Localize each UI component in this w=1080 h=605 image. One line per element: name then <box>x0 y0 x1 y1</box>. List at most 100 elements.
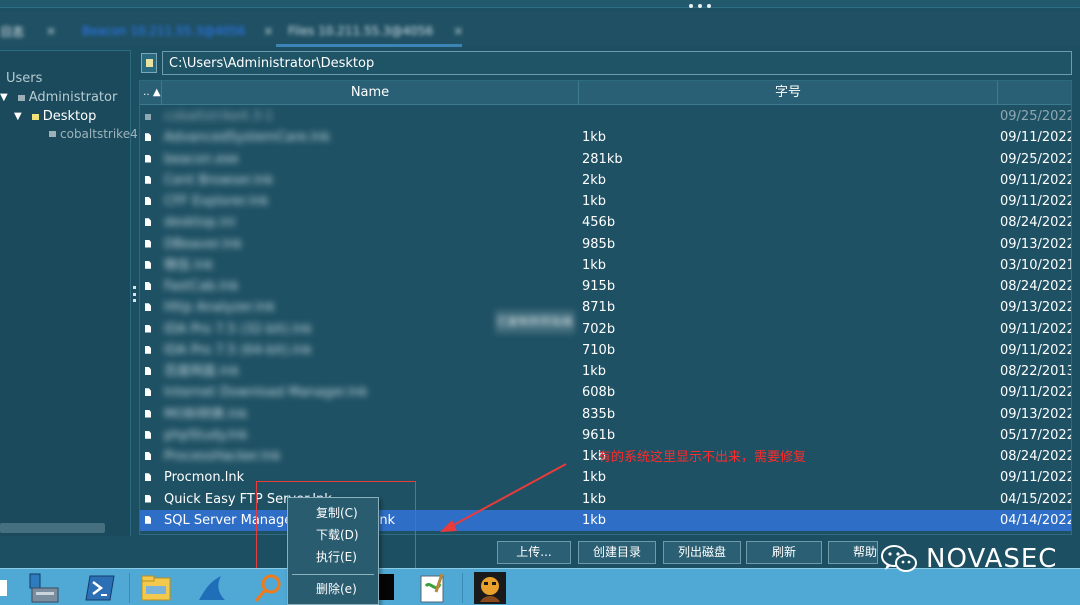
splitter-handle[interactable] <box>133 286 137 302</box>
file-icon <box>145 154 151 163</box>
close-icon[interactable]: × <box>453 24 463 38</box>
table-row[interactable]: DBeaver.lnk 985b 09/13/2022 <box>140 234 1072 255</box>
more-options-icon[interactable] <box>689 4 711 12</box>
close-icon[interactable]: × <box>46 24 56 38</box>
file-date: 09/11/2022 <box>1000 194 1072 209</box>
file-name: Internet Download Manager.lnk <box>164 385 368 401</box>
file-date: 09/13/2022 <box>1000 236 1072 252</box>
folder-up-icon[interactable] <box>141 53 157 73</box>
tree-horizontal-scrollbar[interactable] <box>0 523 105 533</box>
table-row[interactable]: desktop.ini 456b 08/24/2022 <box>140 212 1071 233</box>
close-icon[interactable]: × <box>263 24 273 38</box>
expand-arrow-icon[interactable]: ▼ <box>14 111 22 122</box>
file-name: DBeaver.lnk <box>164 236 243 252</box>
file-size: 835b <box>582 406 616 422</box>
tree-item-administrator[interactable]: ▼ Administrator <box>0 90 117 105</box>
table-row[interactable]: FastCab.lnk 915b 08/24/2022 <box>140 276 1071 297</box>
file-name: beacon.exe <box>164 151 239 167</box>
server-manager-icon[interactable] <box>27 572 59 604</box>
file-name: Http Analyzer.lnk <box>164 300 276 316</box>
table-row[interactable]: IDA Pro 7.5 (64-bit).lnk 710b 09/11/2022 <box>140 340 1072 361</box>
file-date: 09/11/2022 <box>1000 130 1072 146</box>
cobalt-strike-icon[interactable] <box>474 572 506 604</box>
menu-item-delete[interactable]: 删除(e) <box>288 579 378 600</box>
file-date: 08/22/2013 <box>1000 364 1072 379</box>
file-icon <box>145 473 151 482</box>
folder-icon <box>145 114 151 120</box>
expand-arrow-icon[interactable]: ▼ <box>0 92 8 103</box>
column-header-date[interactable] <box>998 81 1071 105</box>
create-directory-button[interactable]: 创建目录 <box>578 541 656 564</box>
file-icon <box>145 239 151 248</box>
table-row[interactable]: CFF Explorer.lnk 1kb 09/11/2022 <box>140 191 1072 212</box>
file-name: MOBI转换.lnk <box>164 406 248 422</box>
file-icon <box>145 430 151 439</box>
file-size: 702b <box>582 321 616 337</box>
menu-item-execute[interactable]: 执行(E) <box>288 547 378 568</box>
file-icon <box>145 367 151 375</box>
file-icon <box>145 303 151 312</box>
table-header: ‥ ▲ Name 字号 <box>140 81 1071 105</box>
file-date: 09/11/2022 <box>1000 385 1072 401</box>
file-size: 2kb <box>582 172 607 188</box>
table-row[interactable]: IDA Pro 7.5 (32-bit).lnk 702b 09/11/2022 <box>140 319 1072 340</box>
file-date: 09/11/2022 <box>1000 342 1072 358</box>
file-icon <box>145 175 151 184</box>
file-name: ProcessHacker.lnk <box>164 449 281 464</box>
annotation-text: 有的系统这里显示不出来，需要修复 <box>598 450 807 465</box>
file-name: Cent Browser.lnk <box>164 172 274 188</box>
file-name: phpStudy.lnk <box>164 427 248 443</box>
tab-beacon[interactable]: Beacon 10.211.55.3@4056 × <box>82 20 273 42</box>
wireshark-icon[interactable] <box>195 572 227 604</box>
file-size: 961b <box>582 427 616 443</box>
tab-strip: 日志 × Beacon 10.211.55.3@4056 × Files 10.… <box>0 12 1080 46</box>
file-date: 05/17/2022 <box>1000 427 1072 443</box>
table-row[interactable]: MOBI转换.lnk 835b 09/13/2022 <box>140 404 1071 425</box>
path-input[interactable] <box>162 51 1072 75</box>
notepad-plus-icon[interactable] <box>418 572 450 604</box>
sort-column-header[interactable]: ‥ ▲ <box>140 81 162 105</box>
menu-item-copy[interactable]: 复制(C) <box>288 503 378 524</box>
help-button[interactable]: 帮助 <box>828 541 878 564</box>
table-row[interactable]: phpStudy.lnk 961b 05/17/2022 <box>140 425 1072 446</box>
tree-item-cobaltstrike[interactable]: cobaltstrike4 <box>49 127 138 141</box>
menu-item-download[interactable]: 下载(D) <box>288 525 378 546</box>
context-menu: 复制(C) 下载(D) 执行(E) 删除(e) <box>287 497 379 605</box>
table-row[interactable]: AdvancedSystemCare.lnk 1kb 09/11/2022 <box>140 127 1072 148</box>
file-size: 281kb <box>582 151 623 167</box>
table-row[interactable]: beacon.exe 281kb 09/25/2022 <box>140 149 1071 170</box>
column-header-size[interactable]: 字号 <box>579 81 998 105</box>
refresh-button[interactable]: 刷新 <box>746 541 822 564</box>
powershell-icon[interactable] <box>84 572 116 604</box>
tab-files[interactable]: Files 10.211.55.3@4056 × <box>288 20 463 42</box>
file-icon <box>145 515 151 524</box>
tree-label-desktop: Desktop <box>42 109 97 124</box>
tree-item-desktop[interactable]: ▼ Desktop <box>14 109 96 124</box>
file-date: 09/25/2022 <box>1000 109 1072 124</box>
list-drives-button[interactable]: 列出磁盘 <box>663 541 741 564</box>
table-row[interactable]: Cent Browser.lnk 2kb 09/11/2022 <box>140 170 1071 191</box>
file-date: 09/13/2022 <box>1000 300 1072 316</box>
file-explorer-icon[interactable] <box>140 572 172 604</box>
terminal-icon[interactable] <box>378 574 394 600</box>
file-icon <box>145 345 151 354</box>
watermark-text: NOVASEC <box>926 544 1058 574</box>
upload-button[interactable]: 上传... <box>497 541 571 564</box>
file-icon <box>145 197 151 205</box>
table-row[interactable]: 微信.lnk 1kb 03/10/2021 <box>140 255 1071 276</box>
file-date: 09/11/2022 <box>1000 470 1072 486</box>
taskbar-separator <box>462 573 463 603</box>
table-row[interactable]: 百度网盘.lnk 1kb 08/22/2013 <box>140 361 1072 382</box>
table-row[interactable]: cobaltstrike4.3-1 09/25/2022 <box>140 106 1072 127</box>
table-row[interactable]: Internet Download Manager.lnk 608b 09/11/2… <box>140 382 1072 403</box>
tab-log[interactable]: 日志 × <box>0 20 56 42</box>
search-tool-icon[interactable] <box>252 572 284 604</box>
table-row[interactable]: Http Analyzer.lnk 871b 09/13/2022 <box>140 297 1072 318</box>
tree-item-users[interactable]: Users <box>6 71 42 86</box>
file-icon <box>145 260 151 269</box>
windows-start-icon[interactable] <box>0 572 10 604</box>
taskbar-separator <box>129 573 130 603</box>
column-header-name[interactable]: Name <box>162 81 579 105</box>
file-date: 09/11/2022 <box>1000 321 1072 337</box>
window-top-bar <box>0 0 1080 8</box>
